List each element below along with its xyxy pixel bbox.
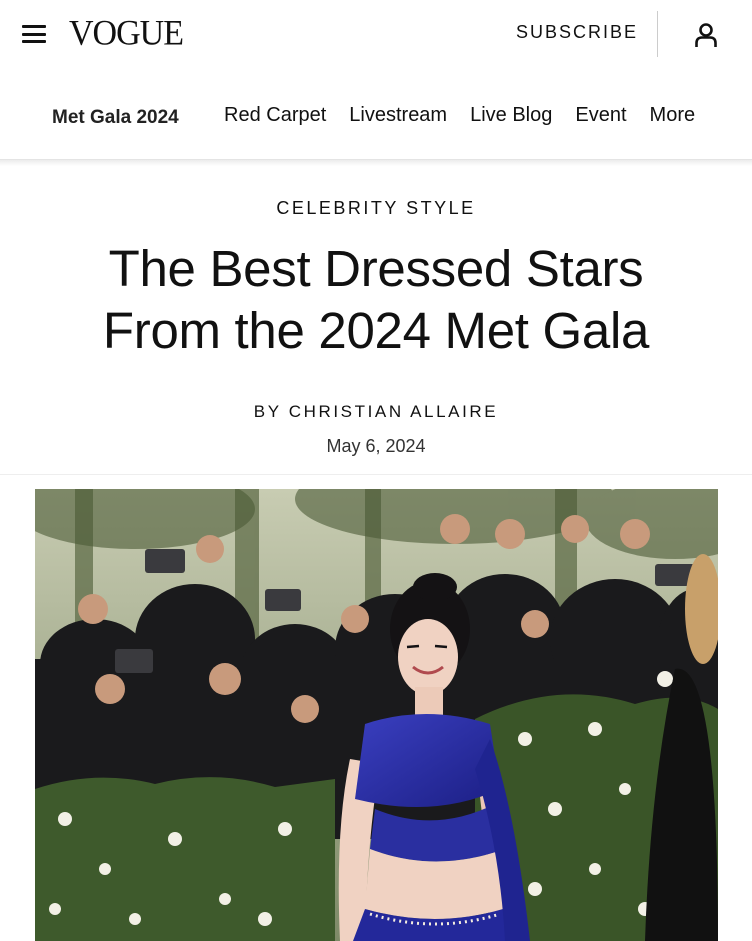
user-account-icon[interactable]: [694, 22, 718, 48]
hero-illustration: [35, 489, 718, 941]
subnav-item-event[interactable]: Event: [575, 104, 626, 127]
article-category[interactable]: CELEBRITY STYLE: [0, 198, 752, 219]
subnav-links: Red Carpet Livestream Live Blog Event Mo…: [224, 104, 695, 127]
subnav-item-red-carpet[interactable]: Red Carpet: [224, 104, 326, 127]
subnav-brand[interactable]: Met Gala 2024: [52, 107, 179, 129]
subnav-item-livestream[interactable]: Livestream: [349, 104, 447, 127]
header-divider: [657, 11, 658, 57]
header-separator: [0, 474, 752, 475]
subnav-shadow: [0, 160, 752, 166]
subnav-item-live-blog[interactable]: Live Blog: [470, 104, 552, 127]
hero-image[interactable]: [35, 489, 718, 941]
title-line-1: The Best Dressed Stars: [108, 240, 644, 297]
title-line-2: From the 2024 Met Gala: [102, 302, 650, 359]
met-gala-subnav: Met Gala 2024 Red Carpet Livestream Live…: [0, 70, 752, 160]
article-title: The Best Dressed Stars From the 2024 Met…: [36, 238, 716, 362]
vogue-logo[interactable]: VOGUE: [69, 16, 184, 52]
hamburger-menu-icon[interactable]: [22, 25, 46, 43]
subscribe-link[interactable]: SUBSCRIBE: [516, 22, 638, 42]
byline-prefix: BY: [253, 402, 282, 421]
byline: BY CHRISTIAN ALLAIRE: [0, 402, 752, 422]
subnav-item-more[interactable]: More: [650, 104, 696, 127]
publish-date: May 6, 2024: [326, 436, 426, 456]
author-link[interactable]: CHRISTIAN ALLAIRE: [289, 402, 499, 421]
top-bar: VOGUE SUBSCRIBE: [0, 0, 752, 70]
